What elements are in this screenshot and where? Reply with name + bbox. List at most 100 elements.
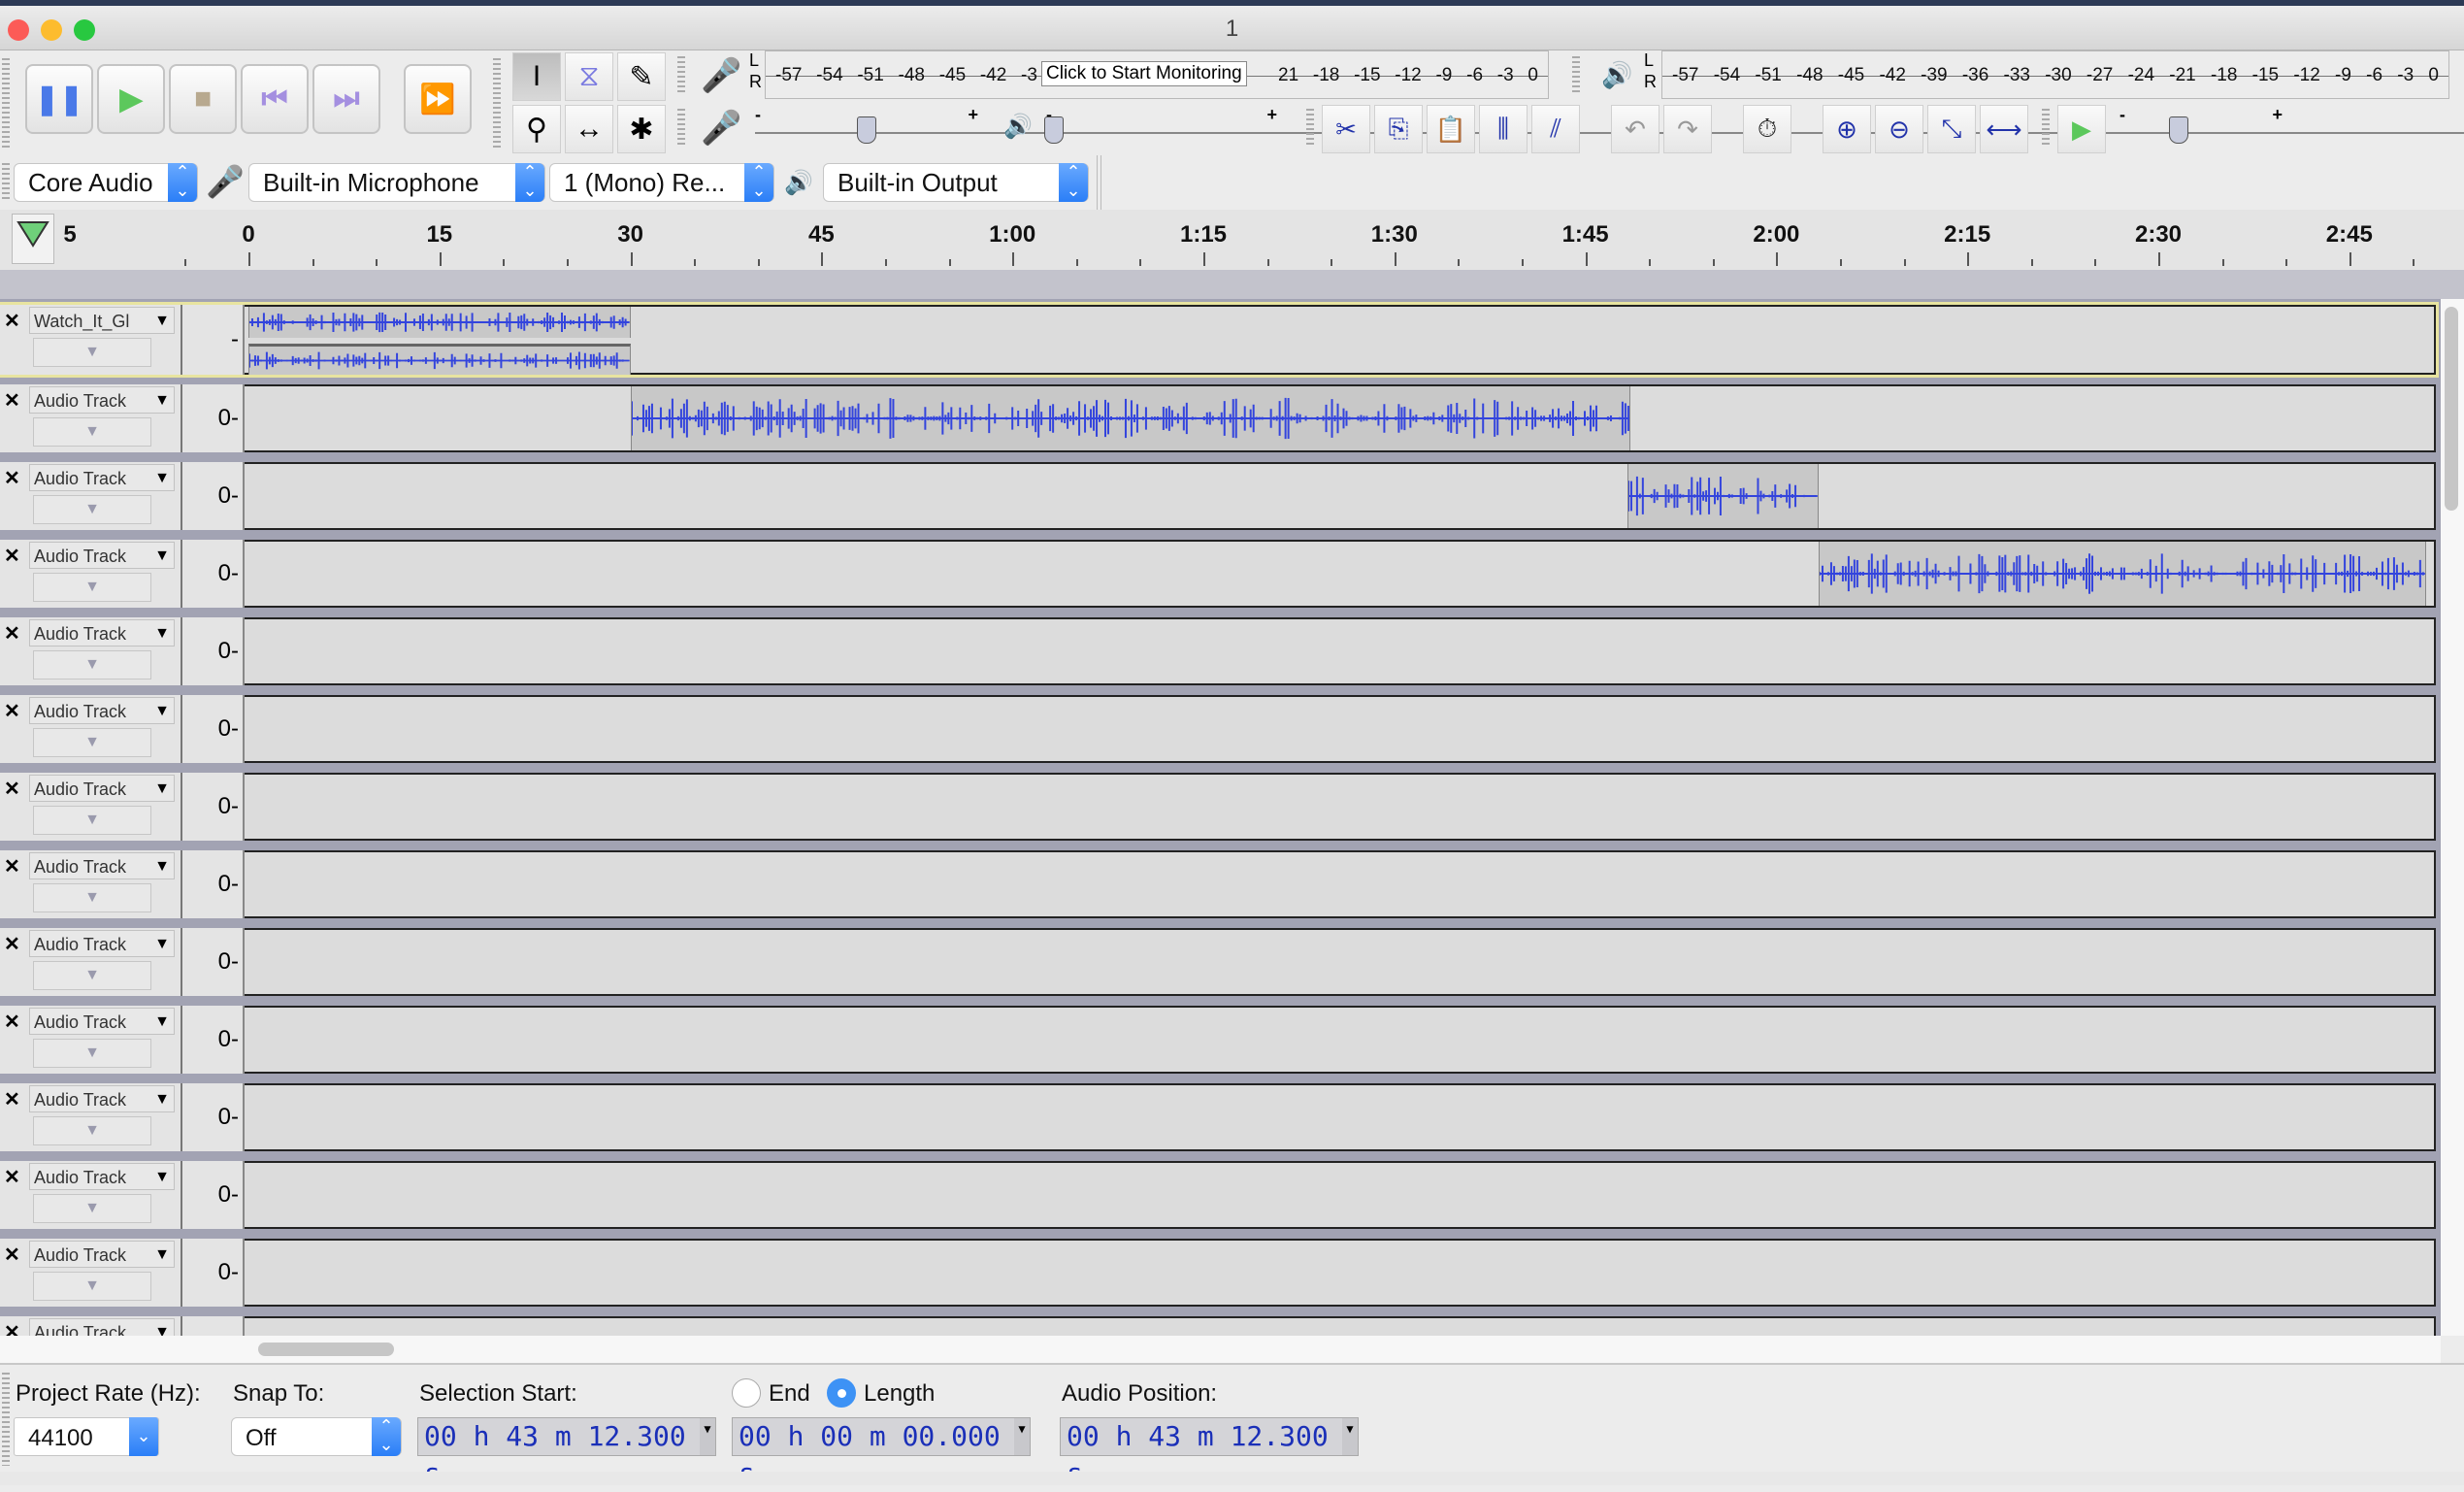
- waveform-area[interactable]: [245, 1239, 2436, 1307]
- input-channels-select[interactable]: 1 (Mono) Re... ⌃ ⌄: [549, 163, 774, 202]
- audio-track[interactable]: ✕ Audio Track ▼ ▼ 0-: [0, 384, 2436, 452]
- audio-clip[interactable]: [248, 307, 631, 338]
- close-track-icon[interactable]: ✕: [4, 309, 20, 333]
- waveform-area[interactable]: [245, 617, 2436, 685]
- selection-start-field[interactable]: 00 h 43 m 12.300 s ▼: [417, 1417, 716, 1489]
- close-track-icon[interactable]: ✕: [4, 699, 20, 723]
- sync-lock-button[interactable]: ⏱: [1743, 105, 1791, 153]
- waveform-area[interactable]: [245, 305, 2436, 375]
- track-name-menu[interactable]: Audio Track ▼: [29, 697, 175, 724]
- waveform-area[interactable]: [245, 1006, 2436, 1074]
- audio-track[interactable]: ✕ Audio Track ▼ ▼ 0-: [0, 850, 2436, 918]
- track-name-menu[interactable]: Audio Track ▼: [29, 542, 175, 569]
- timeline-ruler[interactable]: 5 0 15 30 45 1:00 1:15 1:30 1:45 2:00 2:15 2:30 2:45: [0, 210, 2464, 271]
- waveform-area[interactable]: [245, 695, 2436, 763]
- close-track-icon[interactable]: ✕: [4, 1165, 20, 1189]
- vertical-ruler[interactable]: 0-: [182, 1006, 245, 1074]
- audio-track[interactable]: ✕ Audio Track ▼ ▼ 0-: [0, 1083, 2436, 1151]
- audio-track[interactable]: ✕ Audio Track ▼ ▼ 0-: [0, 1161, 2436, 1229]
- toolbar-grip[interactable]: [1306, 109, 1314, 148]
- track-name-menu[interactable]: Audio Track ▼: [29, 1008, 175, 1035]
- toolbar-grip[interactable]: [2, 58, 10, 148]
- track-control-panel[interactable]: ✕ Audio Track ▼ ▼: [0, 1006, 182, 1074]
- play-button[interactable]: ▶: [97, 64, 165, 134]
- waveform-area[interactable]: [245, 1161, 2436, 1229]
- audio-track[interactable]: ✕ Watch_It_Gl ▼ ▼ -: [0, 302, 2439, 378]
- end-radio[interactable]: [732, 1378, 761, 1408]
- zoom-tool[interactable]: ⚲: [512, 105, 561, 153]
- envelope-tool[interactable]: ⧖: [565, 52, 613, 101]
- playback-speed-slider[interactable]: - +: [2118, 105, 2464, 146]
- vertical-ruler[interactable]: 0-: [182, 617, 245, 685]
- input-device-select[interactable]: Built-in Microphone ⌃ ⌄: [248, 163, 545, 202]
- track-control-panel[interactable]: ✕ Audio Track ▼ ▼: [0, 928, 182, 996]
- track-control-panel[interactable]: ✕ Audio Track ▼ ▼: [0, 1316, 182, 1336]
- track-collapse-button[interactable]: ▼: [33, 1039, 151, 1068]
- vertical-ruler[interactable]: -: [182, 305, 245, 375]
- audio-track[interactable]: ✕ Audio Track ▼ ▼ 0-: [0, 1006, 2436, 1074]
- snap-to-select[interactable]: Off ⌃ ⌄: [231, 1417, 402, 1456]
- close-track-icon[interactable]: ✕: [4, 1243, 20, 1267]
- format-dropdown-icon[interactable]: ▼: [700, 1418, 715, 1455]
- track-collapse-button[interactable]: ▼: [33, 417, 151, 447]
- close-track-icon[interactable]: ✕: [4, 854, 20, 879]
- waveform-area[interactable]: [245, 1316, 2436, 1336]
- time-shift-tool[interactable]: ↔: [565, 105, 613, 153]
- audio-track[interactable]: ✕ Audio Track ▼ ▼ 0-: [0, 1316, 2436, 1336]
- vertical-ruler[interactable]: 0-: [182, 1316, 245, 1336]
- draw-tool[interactable]: ✎: [617, 52, 666, 101]
- track-name-menu[interactable]: Audio Track ▼: [29, 1241, 175, 1268]
- vertical-scrollbar[interactable]: [2441, 299, 2464, 1336]
- record-button[interactable]: ⏩: [404, 64, 472, 134]
- track-name-menu[interactable]: Audio Track ▼: [29, 464, 175, 491]
- toolbar-grip[interactable]: [2, 1373, 10, 1466]
- cut-button[interactable]: ✂: [1322, 105, 1370, 153]
- audio-track[interactable]: ✕ Audio Track ▼ ▼ 0-: [0, 617, 2436, 685]
- track-control-panel[interactable]: ✕ Audio Track ▼ ▼: [0, 695, 182, 763]
- track-name-menu[interactable]: Audio Track ▼: [29, 1085, 175, 1112]
- selection-length-field[interactable]: 00 h 00 m 00.000 s ▼: [732, 1417, 1031, 1489]
- paste-button[interactable]: 📋: [1427, 105, 1475, 153]
- track-control-panel[interactable]: ✕ Audio Track ▼ ▼: [0, 617, 182, 685]
- track-collapse-button[interactable]: ▼: [33, 338, 151, 367]
- waveform-area[interactable]: [245, 773, 2436, 841]
- track-collapse-button[interactable]: ▼: [33, 728, 151, 757]
- audio-clip[interactable]: [1818, 542, 2426, 606]
- horizontal-scroll-thumb[interactable]: [258, 1343, 394, 1356]
- skip-end-button[interactable]: ⏭: [312, 64, 380, 134]
- track-name-menu[interactable]: Audio Track ▼: [29, 852, 175, 879]
- close-track-icon[interactable]: ✕: [4, 388, 20, 413]
- play-at-speed-button[interactable]: ▶: [2057, 105, 2106, 153]
- vertical-ruler[interactable]: 0-: [182, 384, 245, 452]
- track-collapse-button[interactable]: ▼: [33, 1194, 151, 1223]
- vertical-ruler[interactable]: 0-: [182, 1083, 245, 1151]
- audio-track[interactable]: ✕ Audio Track ▼ ▼ 0-: [0, 462, 2436, 530]
- close-track-icon[interactable]: ✕: [4, 1087, 20, 1111]
- vertical-ruler[interactable]: 0-: [182, 540, 245, 608]
- audio-clip[interactable]: [630, 386, 1630, 450]
- waveform-area[interactable]: [245, 928, 2436, 996]
- track-collapse-button[interactable]: ▼: [33, 495, 151, 524]
- track-control-panel[interactable]: ✕ Audio Track ▼ ▼: [0, 384, 182, 452]
- vertical-ruler[interactable]: 0-: [182, 462, 245, 530]
- trim-button[interactable]: ⫼: [1479, 105, 1528, 153]
- audio-clip[interactable]: [248, 344, 631, 375]
- track-collapse-button[interactable]: ▼: [33, 961, 151, 990]
- audio-track[interactable]: ✕ Audio Track ▼ ▼ 0-: [0, 773, 2436, 841]
- audio-host-select[interactable]: Core Audio ⌃ ⌄: [14, 163, 198, 202]
- track-name-menu[interactable]: Watch_It_Gl ▼: [29, 307, 175, 334]
- waveform-area[interactable]: [245, 850, 2436, 918]
- horizontal-scrollbar[interactable]: [0, 1336, 2441, 1363]
- track-collapse-button[interactable]: ▼: [33, 1272, 151, 1301]
- track-collapse-button[interactable]: ▼: [33, 806, 151, 835]
- close-track-icon[interactable]: ✕: [4, 621, 20, 646]
- output-volume-slider[interactable]: - +: [1044, 105, 2464, 146]
- fit-project-button[interactable]: ⟷: [1980, 105, 2028, 153]
- slider-thumb[interactable]: [857, 116, 876, 144]
- vertical-ruler[interactable]: 0-: [182, 928, 245, 996]
- toolbar-grip[interactable]: [493, 58, 501, 148]
- track-collapse-button[interactable]: ▼: [33, 650, 151, 680]
- track-control-panel[interactable]: ✕ Audio Track ▼ ▼: [0, 850, 182, 918]
- selection-tool[interactable]: I: [512, 52, 561, 101]
- toolbar-grip[interactable]: [2042, 109, 2050, 148]
